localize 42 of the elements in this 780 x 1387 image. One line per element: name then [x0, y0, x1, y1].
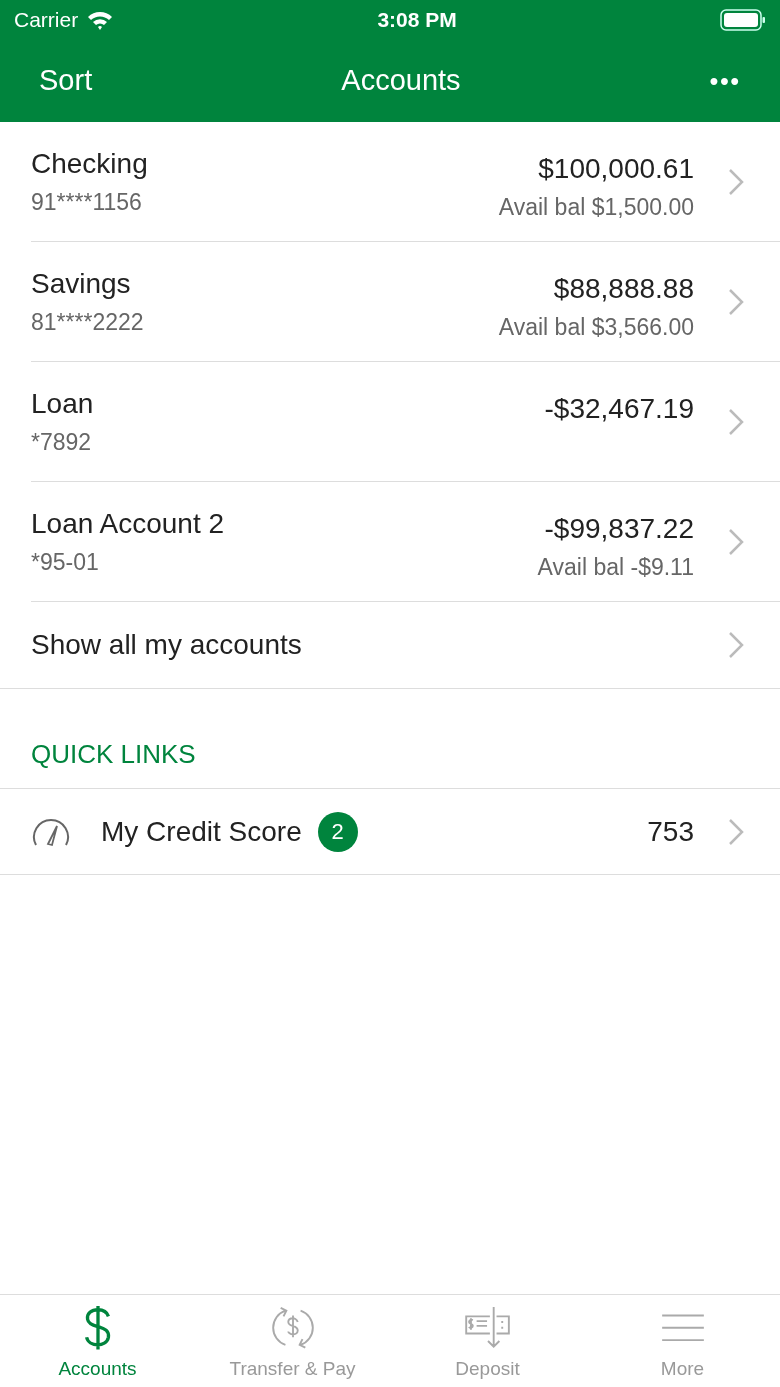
- account-balance: -$99,837.22: [544, 512, 694, 546]
- carrier-label: Carrier: [14, 7, 79, 34]
- credit-score-value: 753: [647, 814, 694, 849]
- available-balance: Avail bal -$9.11: [537, 553, 694, 582]
- account-balance: $100,000.61: [538, 152, 694, 186]
- account-balance: $88,888.88: [553, 272, 694, 306]
- screen-title: Accounts: [341, 63, 461, 99]
- available-balance: Avail bal $1,500.00: [498, 193, 694, 222]
- account-name: Loan: [31, 387, 95, 422]
- available-balance: Avail bal $3,566.00: [498, 313, 694, 342]
- show-all-label: Show all my accounts: [31, 628, 303, 662]
- account-row[interactable]: Savings 81****2222 $88,888.88 Avail bal $3,566.00: [31, 242, 780, 362]
- account-row[interactable]: Loan Account 2 *95-01 -$99,837.22 Avail bal -$9.11: [31, 482, 780, 602]
- sort-button[interactable]: Sort: [38, 58, 94, 104]
- quick-link-label: My Credit Score: [101, 814, 302, 849]
- quick-link-row[interactable]: My Credit Score 2 753: [0, 789, 780, 875]
- chevron-icon: [728, 407, 744, 436]
- section-heading: QUICK LINKS: [0, 689, 780, 789]
- tab-bar-item[interactable]: Accounts: [0, 1295, 195, 1387]
- account-row[interactable]: Loan *7892 -$32,467.19: [31, 362, 780, 482]
- check-deposit-icon: [462, 1305, 513, 1351]
- account-number: 91****1156: [31, 188, 143, 218]
- account-name: Savings: [31, 267, 132, 302]
- account-name: Checking: [31, 147, 149, 182]
- battery-icon: [720, 9, 766, 31]
- chevron-icon: [728, 817, 744, 846]
- show-all-row[interactable]: Show all my accounts: [0, 602, 780, 689]
- account-balance: -$32,467.19: [544, 392, 694, 426]
- account-number: *7892: [31, 428, 93, 458]
- chevron-icon: [728, 287, 744, 316]
- account-number: *95-01: [31, 548, 100, 578]
- gauge-icon: [31, 816, 71, 847]
- wifi-icon: [86, 9, 115, 31]
- account-name: Loan Account 2: [31, 507, 226, 542]
- account-row[interactable]: Checking 91****1156 $100,000.61 Avail bal $1,500.00: [31, 122, 780, 242]
- chevron-icon: [728, 527, 744, 556]
- notification-badge: 2: [317, 811, 358, 852]
- more-options-button[interactable]: •••: [708, 62, 742, 100]
- chevron-icon: [728, 167, 744, 196]
- status-time: 3:08 PM: [377, 7, 457, 34]
- chevron-icon: [728, 631, 744, 659]
- account-number: 81****2222: [31, 308, 145, 338]
